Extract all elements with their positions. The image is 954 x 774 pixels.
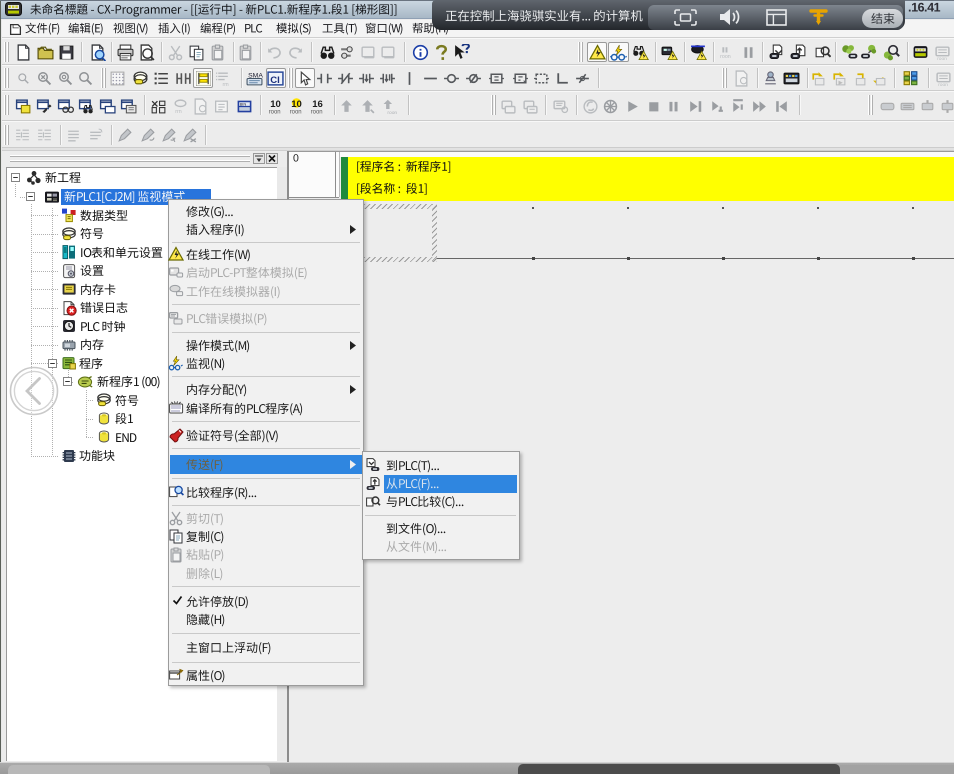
svg-text:roon: roon [937,55,947,60]
svg-text:BIN: BIN [240,101,247,106]
svg-text:roon: roon [290,109,302,114]
svg-text:SMA: SMA [249,72,264,79]
svg-text:rrn: rrn [175,108,182,114]
svg-text:rm: rm [223,81,230,86]
svg-text:roon: roon [311,109,323,114]
svg-text:roon: roon [269,109,281,114]
svg-text:roon: roon [938,81,948,86]
svg-text:16: 16 [312,98,323,109]
svg-text:10: 10 [271,98,282,109]
svg-text:10: 10 [291,98,302,109]
svg-text:roon: roon [388,109,398,114]
svg-text:CI: CI [271,74,281,85]
svg-text:roon: roon [720,53,731,59]
